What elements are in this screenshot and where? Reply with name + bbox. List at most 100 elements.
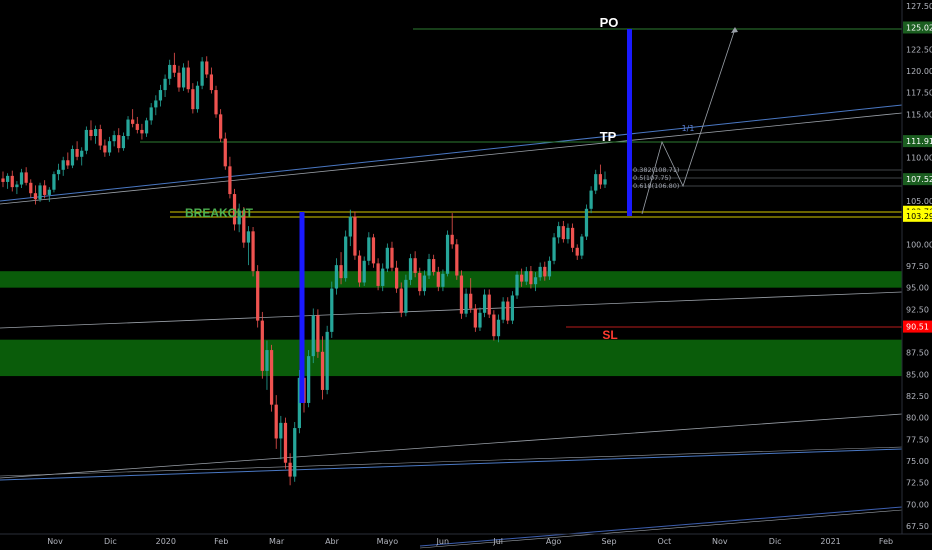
candle-body[interactable]: [469, 293, 473, 309]
candle-body[interactable]: [492, 314, 496, 337]
candle-body[interactable]: [177, 72, 181, 88]
candle-body[interactable]: [515, 274, 519, 296]
trend-line-upper-blue[interactable]: [0, 104, 903, 202]
candle-body[interactable]: [325, 331, 329, 390]
candle-body[interactable]: [570, 227, 575, 248]
candle-body[interactable]: [126, 119, 130, 136]
candle-body[interactable]: [283, 422, 288, 463]
candle-body[interactable]: [117, 135, 121, 149]
candle-body[interactable]: [205, 61, 209, 75]
candle-body[interactable]: [404, 279, 408, 313]
candle-body[interactable]: [66, 160, 70, 166]
trend-line-lower-grey-2[interactable]: [0, 446, 903, 477]
candle-body[interactable]: [598, 174, 602, 185]
candle-body[interactable]: [376, 263, 380, 286]
candle-body[interactable]: [149, 107, 153, 121]
candle-body[interactable]: [75, 149, 79, 157]
candle-body[interactable]: [320, 351, 325, 390]
candle-body[interactable]: [103, 145, 107, 153]
candle-body[interactable]: [15, 184, 19, 188]
candle-body[interactable]: [223, 138, 227, 167]
trend-line-lower-grey[interactable]: [0, 413, 903, 479]
candle-body[interactable]: [219, 114, 223, 139]
price-axis[interactable]: 127.50 122.50 120.00 117.50 115.00 110.00 105.…: [906, 2, 932, 531]
candle-body[interactable]: [144, 120, 149, 134]
candle-body[interactable]: [288, 462, 292, 477]
candle-body[interactable]: [603, 179, 607, 185]
candle-body[interactable]: [385, 247, 389, 269]
candle-body[interactable]: [269, 350, 274, 405]
candle-body[interactable]: [441, 273, 445, 287]
candle-body[interactable]: [390, 247, 394, 268]
candle-body[interactable]: [251, 231, 255, 272]
candle-body[interactable]: [547, 260, 552, 277]
candle-body[interactable]: [464, 293, 468, 314]
candle-body[interactable]: [61, 160, 65, 170]
candle-body[interactable]: [307, 356, 311, 403]
breakout-measure-bar[interactable]: [299, 212, 305, 403]
candle-body[interactable]: [168, 64, 172, 79]
candle-body[interactable]: [473, 308, 477, 328]
candle-body[interactable]: [427, 259, 431, 276]
candle-body[interactable]: [246, 231, 251, 243]
candle-body[interactable]: [436, 272, 440, 287]
candle-body[interactable]: [348, 216, 352, 237]
candle-body[interactable]: [506, 301, 510, 321]
candle-body[interactable]: [510, 295, 515, 321]
candle-body[interactable]: [482, 294, 487, 313]
trend-line-mid-grey[interactable]: [0, 291, 903, 329]
candle-body[interactable]: [279, 422, 283, 439]
candle-body[interactable]: [529, 271, 533, 285]
candle-body[interactable]: [200, 61, 204, 86]
candle-body[interactable]: [362, 260, 366, 283]
candle-body[interactable]: [557, 226, 561, 238]
candle-body[interactable]: [260, 320, 264, 371]
candle-body[interactable]: [450, 234, 454, 245]
candle-body[interactable]: [265, 350, 269, 371]
candle-body[interactable]: [344, 236, 348, 279]
candle-body[interactable]: [172, 64, 176, 73]
candle-body[interactable]: [311, 315, 315, 357]
candle-body[interactable]: [24, 172, 28, 183]
candle-body[interactable]: [584, 208, 589, 237]
candle-body[interactable]: [501, 301, 505, 320]
candle-body[interactable]: [520, 274, 524, 282]
trend-line-upper-grey[interactable]: [0, 112, 903, 205]
candle-body[interactable]: [43, 185, 47, 195]
trend-line-lower-blue[interactable]: [0, 448, 903, 481]
candle-body[interactable]: [89, 129, 93, 136]
candle-body[interactable]: [209, 74, 214, 91]
candle-body[interactable]: [367, 237, 371, 261]
candle-body[interactable]: [107, 141, 112, 153]
candle-body[interactable]: [33, 193, 38, 200]
candle-body[interactable]: [80, 150, 84, 157]
candle-body[interactable]: [330, 288, 334, 332]
candle-body[interactable]: [589, 190, 593, 209]
candle-body[interactable]: [538, 266, 542, 278]
candle-body[interactable]: [10, 175, 14, 188]
candle-body[interactable]: [432, 259, 436, 273]
candle-body[interactable]: [580, 236, 584, 256]
candle-body[interactable]: [93, 129, 98, 136]
po-measure-bar[interactable]: [627, 29, 632, 216]
candle-body[interactable]: [381, 268, 385, 286]
candle-body[interactable]: [112, 135, 116, 142]
candle-body[interactable]: [334, 265, 339, 289]
support-zone-1[interactable]: [0, 339, 902, 377]
candle-body[interactable]: [594, 174, 598, 191]
candle-body[interactable]: [399, 288, 403, 313]
candle-body[interactable]: [533, 277, 538, 285]
candle-body[interactable]: [256, 271, 260, 321]
candle-body[interactable]: [561, 226, 565, 240]
support-zone-0[interactable]: [0, 271, 902, 288]
candle-body[interactable]: [158, 90, 163, 101]
candle-body[interactable]: [566, 227, 570, 240]
candle-body[interactable]: [575, 247, 579, 256]
candle-body[interactable]: [84, 129, 88, 151]
candle-body[interactable]: [487, 294, 491, 315]
candle-body[interactable]: [394, 267, 399, 289]
candle-body[interactable]: [293, 428, 297, 477]
candle-body[interactable]: [524, 271, 528, 282]
candle-body[interactable]: [195, 85, 200, 110]
candle-body[interactable]: [131, 119, 135, 124]
